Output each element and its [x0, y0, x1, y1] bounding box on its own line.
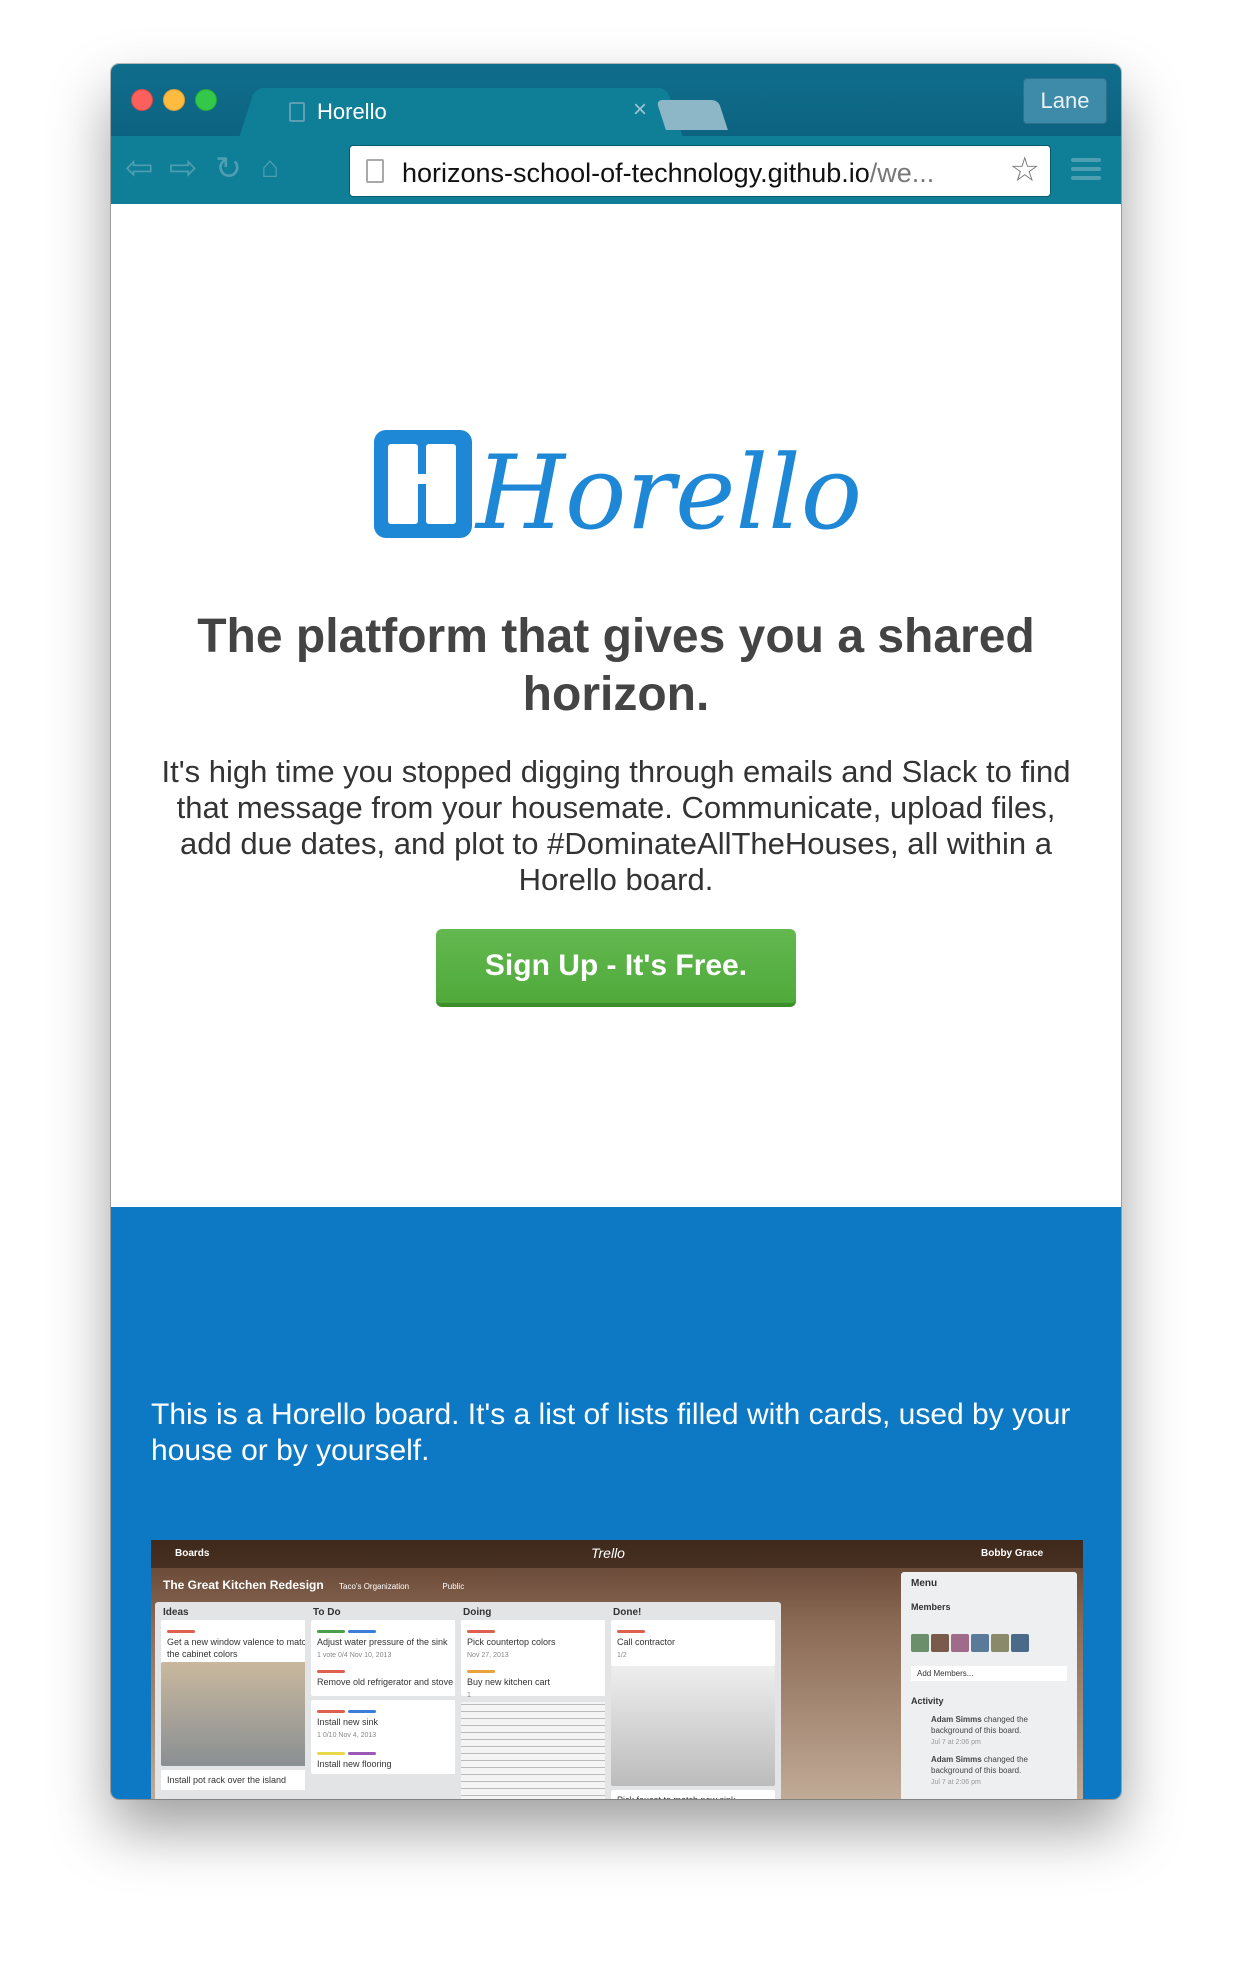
org-name: Taco's Organization [339, 1582, 410, 1591]
card: Call contractor 1/2 [611, 1620, 775, 1666]
document-icon [289, 102, 305, 122]
board-header: Boards Trello Bobby Grace [151, 1540, 1083, 1568]
tab-close-icon[interactable]: × [633, 96, 647, 124]
activity-item: Adam Simms changed the background of thi… [931, 1714, 1071, 1748]
card-text: Adjust water pressure of the sink [317, 1637, 448, 1647]
card-badges: 1/2 [617, 1652, 627, 1659]
card: Get a new window valence to match the ca… [161, 1620, 325, 1664]
url-text: horizons-school-of-technology.github.io/… [402, 158, 934, 189]
browser-toolbar: ⇦ ⇨ ↻ ⌂ horizons-school-of-technology.gi… [111, 136, 1121, 204]
avatar [1011, 1634, 1029, 1652]
activity-heading: Activity [911, 1696, 944, 1706]
avatar [971, 1634, 989, 1652]
home-icon[interactable]: ⌂ [261, 148, 279, 188]
profile-button[interactable]: Lane [1023, 78, 1107, 124]
page-icon [366, 159, 384, 183]
card-text: Call contractor [617, 1637, 676, 1647]
activity-time: Jul 7 at 2:06 pm [931, 1779, 981, 1786]
forward-arrow-icon[interactable]: ⇨ [169, 148, 198, 188]
board-title: The Great Kitchen Redesign Taco's Organi… [163, 1578, 464, 1592]
board-section: This is a Horello board. It's a list of … [111, 1207, 1121, 1799]
hero-section: Horello The platform that gives you a sh… [111, 204, 1121, 1207]
faucet-image [611, 1666, 775, 1786]
signup-button[interactable]: Sign Up - It's Free. [436, 929, 796, 1007]
list-title: Done! [613, 1607, 642, 1618]
tab-title: Horello [317, 99, 387, 124]
avatar [951, 1634, 969, 1652]
avatar [991, 1634, 1009, 1652]
board-description: This is a Horello board. It's a list of … [151, 1398, 1071, 1467]
board-screenshot: Boards Trello Bobby Grace The Great Kitc… [151, 1540, 1083, 1799]
card-badges: 1 [467, 1692, 471, 1699]
trello-brand: Trello [591, 1545, 625, 1561]
card-badges: Nov 27, 2013 [467, 1652, 509, 1659]
bookmark-star-icon[interactable]: ☆ [1010, 150, 1040, 190]
card-text: Buy new kitchen cart [467, 1677, 551, 1687]
activity-time: Jul 7 at 2:06 pm [931, 1739, 981, 1746]
list-title: Ideas [163, 1607, 189, 1618]
new-tab-button[interactable] [656, 100, 728, 130]
card-text: Remove old refrigerator and stove [317, 1677, 454, 1687]
close-window-button[interactable] [131, 89, 153, 111]
url-path: /we... [869, 158, 935, 188]
card-text: Install new sink [317, 1717, 379, 1727]
url-host: horizons-school-of-technology.github.io [402, 158, 870, 188]
card-text: Get a new window valence to match the ca… [167, 1637, 312, 1659]
add-members-button[interactable]: Add Members... [911, 1666, 1067, 1681]
menu-title: Menu [911, 1578, 938, 1589]
avatar [911, 1634, 929, 1652]
card: Install new sink 1 0/10 Nov 4, 2013 [311, 1700, 475, 1746]
card: Install new flooring [311, 1742, 475, 1774]
user-name: Bobby Grace [981, 1548, 1044, 1559]
list-title: Doing [463, 1607, 492, 1618]
horello-logo: Horello [374, 430, 862, 552]
avatar [931, 1634, 949, 1652]
activity-user: Adam Simms [931, 1715, 982, 1724]
title-bar: Horello × Lane [111, 64, 1121, 138]
headline: The platform that gives you a shared hor… [197, 610, 1035, 721]
members-heading: Members [911, 1602, 951, 1612]
back-arrow-icon[interactable]: ⇦ [125, 148, 154, 188]
card: Remove old refrigerator and stove [311, 1660, 475, 1696]
card-text: Install new flooring [317, 1759, 392, 1769]
card-badges: 1 0/10 Nov 4, 2013 [317, 1732, 377, 1739]
tab-horello[interactable]: Horello × [261, 88, 661, 138]
pots-image [161, 1662, 325, 1766]
tagline: It's high time you stopped digging throu… [161, 754, 1071, 897]
address-bar[interactable]: horizons-school-of-technology.github.io/… [349, 145, 1051, 197]
web-page: Horello The platform that gives you a sh… [111, 204, 1121, 1799]
minimize-window-button[interactable] [163, 89, 185, 111]
boards-label: Boards [175, 1548, 210, 1559]
card: Buy new kitchen cart 1 [461, 1660, 625, 1699]
hamburger-menu-icon[interactable] [1071, 158, 1101, 185]
card: Install pot rack over the island [161, 1770, 325, 1790]
board-menu: Menu Members Add Members... Activity Ada… [901, 1572, 1077, 1799]
visibility-label: Public [442, 1582, 465, 1591]
card-text: Pick countertop colors [467, 1637, 556, 1647]
card: Pick faucet to match new sink [611, 1790, 775, 1799]
board-title-text: The Great Kitchen Redesign [163, 1578, 324, 1592]
activity-item: Adam Simms changed the background of thi… [931, 1754, 1071, 1788]
card-badges: 1 vote 0/4 Nov 10, 2013 [317, 1652, 392, 1659]
zoom-window-button[interactable] [195, 89, 217, 111]
floor-plan-image [461, 1702, 625, 1799]
logo-wordmark: Horello [474, 434, 862, 552]
browser-window: Horello × Lane ⇦ ⇨ ↻ ⌂ horizons-school-o… [111, 64, 1121, 1799]
list-title: To Do [313, 1607, 341, 1618]
list-done: Done! Call contractor 1/2 Pick faucet to … [605, 1602, 781, 1799]
reload-icon[interactable]: ↻ [215, 148, 242, 188]
activity-user: Adam Simms [931, 1755, 982, 1764]
